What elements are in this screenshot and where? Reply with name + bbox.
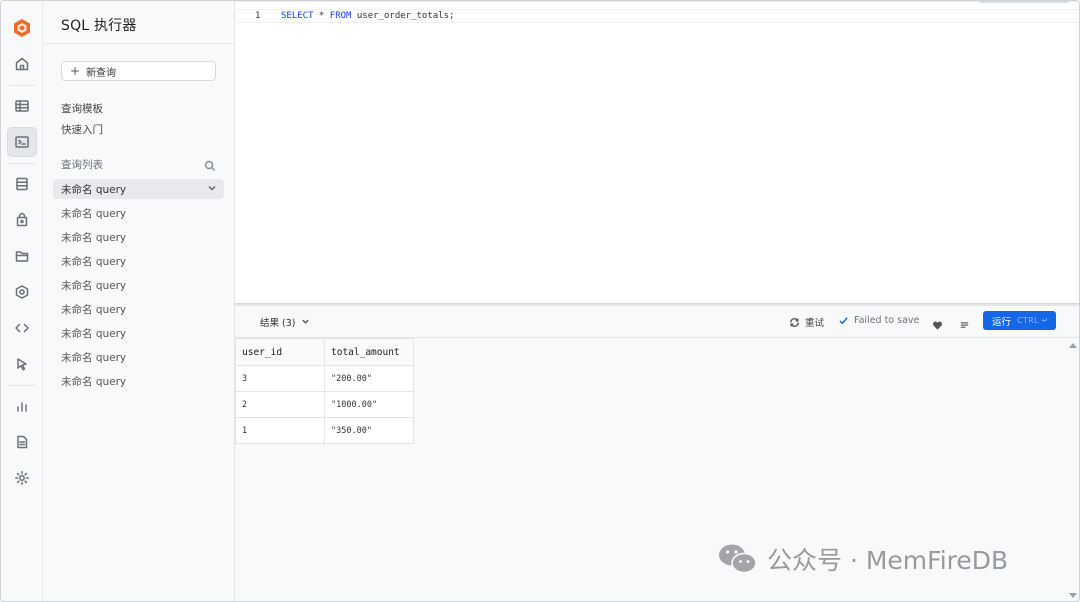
code-line[interactable]: SELECT * FROM user_order_totals; <box>281 11 454 21</box>
code-keyword: SELECT <box>281 11 314 21</box>
table-cell[interactable]: "350.00" <box>324 417 414 444</box>
plus-icon: + <box>70 64 81 78</box>
results-table: user_id total_amount 3 "200.00" 2 "1000.… <box>235 338 414 444</box>
results-tab-label: 结果 (3) <box>260 318 296 329</box>
query-list-item[interactable]: 未命名 query <box>53 299 224 319</box>
query-label: 未命名 query <box>61 279 127 292</box>
code-keyword: FROM <box>329 11 352 21</box>
sql-editor-icon[interactable] <box>7 127 37 157</box>
scroll-down-arrow-icon[interactable] <box>1069 593 1077 598</box>
table-row: 3 "200.00" <box>235 365 414 392</box>
retry-label: 重试 <box>805 318 825 329</box>
database-icon[interactable] <box>7 169 37 199</box>
code-token: * <box>313 11 330 21</box>
query-templates-link[interactable]: 查询模板 <box>61 101 103 116</box>
line-number: 1 <box>255 11 261 21</box>
query-label: 未命名 query <box>61 303 127 316</box>
settings-icon[interactable] <box>7 463 37 493</box>
query-list-item[interactable]: 未命名 query <box>53 251 224 271</box>
table-cell[interactable]: 1 <box>235 417 325 444</box>
query-list-item[interactable]: 未命名 query <box>53 203 224 223</box>
scroll-up-arrow-icon[interactable] <box>1069 343 1077 348</box>
query-list-item[interactable]: 未命名 query <box>53 275 224 295</box>
run-label: 运行 <box>992 316 1012 328</box>
run-button[interactable]: 运行 CTRL ↵ <box>983 311 1056 330</box>
editor-top-border <box>235 1 1079 2</box>
table-editor-icon[interactable] <box>7 91 37 121</box>
query-label: 未命名 query <box>61 255 127 268</box>
results-tab[interactable]: 结果 (3) <box>260 315 310 329</box>
save-status: Failed to save <box>838 315 919 326</box>
column-header[interactable]: total_amount <box>324 338 414 366</box>
quickstart-link[interactable]: 快速入门 <box>61 122 103 137</box>
wechat-icon <box>719 544 757 574</box>
watermark-text: 公众号 · MemFireDB <box>767 546 1009 575</box>
rail-divider <box>9 385 35 386</box>
table-cell[interactable]: "200.00" <box>324 365 414 392</box>
retry-button[interactable]: 重试 <box>789 315 824 329</box>
sql-editor[interactable]: 1 SELECT * FROM user_order_totals; <box>235 1 1079 303</box>
table-header-row: user_id total_amount <box>235 338 414 366</box>
icon-rail <box>1 1 43 601</box>
sql-sidebar: SQL 执行器 + 新查询 查询模板 快速入门 查询列表 未命名 query 未… <box>43 1 235 601</box>
editor-scrollbar[interactable] <box>979 1 1069 3</box>
query-list-header: 查询列表 <box>61 159 103 171</box>
query-list-item[interactable]: 未命名 query <box>53 323 224 343</box>
table-cell[interactable]: 2 <box>235 391 325 418</box>
save-status-label: Failed to save <box>854 315 920 326</box>
reports-icon[interactable] <box>7 391 37 421</box>
query-label: 未命名 query <box>61 183 127 196</box>
check-icon <box>839 317 848 325</box>
storage-icon[interactable] <box>7 241 37 271</box>
results-toolbar: 结果 (3) 重试 Failed to save 运行 CTRL ↵ <box>235 306 1079 338</box>
rail-divider <box>9 163 35 164</box>
logs-pointer-icon[interactable] <box>7 349 37 379</box>
functions-icon[interactable] <box>7 277 37 307</box>
table-cell[interactable]: 3 <box>235 365 325 392</box>
table-row: 2 "1000.00" <box>235 391 414 418</box>
query-list-item[interactable]: 未命名 query <box>53 179 224 199</box>
query-list-item[interactable]: 未命名 query <box>53 227 224 247</box>
search-icon[interactable] <box>204 157 216 172</box>
rail-divider <box>9 85 35 86</box>
chevron-down-icon[interactable] <box>207 183 217 193</box>
auth-icon[interactable] <box>7 205 37 235</box>
panel-divider <box>43 43 234 44</box>
app-window: SQL 执行器 + 新查询 查询模板 快速入门 查询列表 未命名 query 未… <box>0 0 1080 602</box>
table-row: 1 "350.00" <box>235 417 414 444</box>
api-icon[interactable] <box>7 313 37 343</box>
logo-icon[interactable] <box>7 13 37 43</box>
format-lines-icon[interactable] <box>959 316 970 329</box>
query-label: 未命名 query <box>61 351 127 364</box>
wechat-watermark: 公众号 · MemFireDB <box>717 541 1008 577</box>
favorite-heart-icon[interactable] <box>932 316 943 330</box>
query-label: 未命名 query <box>61 207 127 220</box>
panel-title: SQL 执行器 <box>61 18 137 34</box>
query-list-item[interactable]: 未命名 query <box>53 371 224 391</box>
refresh-icon <box>790 317 799 327</box>
code-token: user_order_totals; <box>351 11 455 21</box>
column-header[interactable]: user_id <box>235 338 325 366</box>
query-label: 未命名 query <box>61 375 127 388</box>
query-label: 未命名 query <box>61 231 127 244</box>
new-query-button[interactable]: + 新查询 <box>61 61 216 81</box>
new-query-label: 新查询 <box>86 67 117 79</box>
home-icon[interactable] <box>7 49 37 79</box>
docs-icon[interactable] <box>7 427 37 457</box>
chevron-down-icon <box>295 315 310 329</box>
run-shortcut: CTRL ↵ <box>1017 316 1049 325</box>
query-label: 未命名 query <box>61 327 127 340</box>
query-list-item[interactable]: 未命名 query <box>53 347 224 367</box>
table-cell[interactable]: "1000.00" <box>324 391 414 418</box>
